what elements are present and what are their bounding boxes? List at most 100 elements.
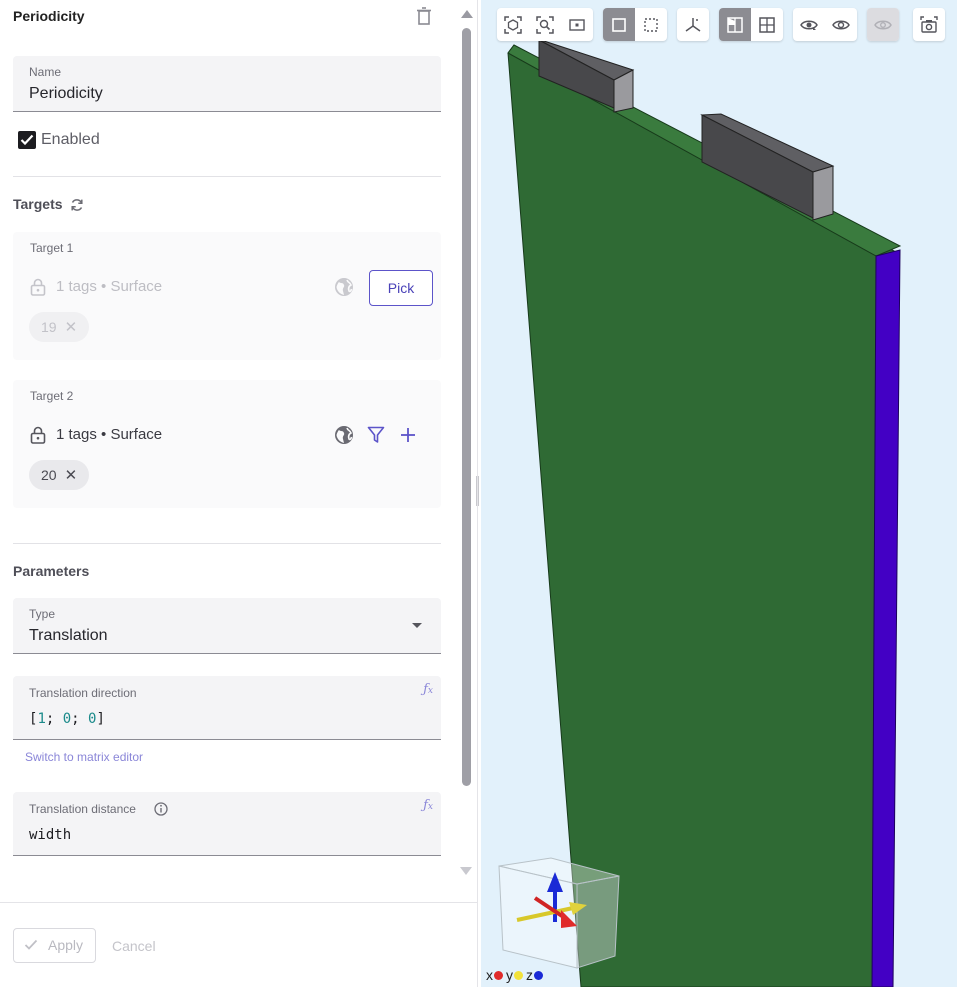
translation-distance-label: Translation distance — [29, 802, 136, 816]
scroll-up-arrow[interactable] — [461, 10, 473, 18]
target-2-label: Target 2 — [30, 389, 74, 403]
divider — [13, 543, 441, 544]
target-2-tag-chip: 20 ✕ — [29, 460, 90, 490]
axis-y-label: y — [506, 967, 513, 983]
translation-direction-value: [1; 0; 0] — [29, 711, 105, 727]
select-box-button[interactable] — [635, 8, 667, 41]
axis-legend: xyz — [486, 967, 546, 983]
enabled-checkbox[interactable] — [18, 131, 36, 149]
translation-direction-field[interactable]: Translation direction ƒx [1; 0; 0] — [13, 676, 441, 740]
translation-distance-value: width — [29, 827, 72, 843]
zoom-fit-icon — [504, 15, 522, 34]
axes-toolbar — [677, 8, 709, 41]
name-field[interactable]: Name Periodicity — [13, 56, 441, 112]
enabled-label: Enabled — [41, 131, 100, 148]
axes-toggle-button[interactable] — [677, 8, 709, 41]
lock-icon — [30, 426, 46, 444]
dropdown-arrow-icon[interactable] — [412, 623, 422, 628]
block-2-side[interactable] — [812, 165, 834, 221]
board-front-face[interactable] — [507, 44, 897, 987]
render-mode-toolbar — [719, 8, 783, 41]
type-select-value: Translation — [29, 627, 108, 644]
apply-button[interactable]: Apply — [13, 928, 96, 963]
orientation-cube[interactable] — [498, 857, 620, 969]
hide-toolbar — [867, 8, 899, 41]
translation-direction-label: Translation direction — [29, 686, 137, 700]
apply-label: Apply — [48, 937, 84, 953]
square-select-icon — [612, 17, 626, 32]
close-icon[interactable]: ✕ — [65, 467, 78, 484]
show-all-button[interactable] — [793, 8, 825, 41]
3d-viewport[interactable]: xyz — [481, 0, 957, 987]
function-icon[interactable]: ƒx — [423, 798, 433, 813]
solid-view-icon — [727, 16, 743, 33]
tag-chip-label: 19 — [41, 319, 57, 335]
axis-x-label: x — [486, 967, 493, 983]
function-icon[interactable]: ƒx — [423, 682, 433, 697]
panel-resize-handle[interactable] — [476, 476, 479, 506]
axis-x-dot — [494, 971, 503, 980]
translation-distance-field[interactable]: Translation distance ƒx width — [13, 792, 441, 856]
footer-divider — [0, 902, 478, 903]
trash-icon[interactable] — [416, 7, 432, 25]
scene-canvas[interactable] — [481, 0, 957, 987]
axis-z-label: z — [526, 967, 533, 983]
board-side-face[interactable] — [871, 249, 901, 987]
type-select-label: Type — [29, 607, 56, 621]
scroll-down-arrow[interactable] — [460, 867, 472, 875]
camera-icon — [920, 15, 938, 33]
properties-panel: Periodicity Name Periodicity Enabled Tar… — [0, 0, 478, 987]
selection-mode-toolbar — [603, 8, 667, 41]
scrollbar-thumb[interactable] — [462, 28, 471, 786]
filter-icon[interactable] — [367, 426, 385, 444]
direction-z-value: 0 — [88, 711, 97, 727]
zoom-selection-button[interactable] — [529, 8, 561, 41]
check-icon — [24, 939, 38, 950]
show-selected-button[interactable] — [825, 8, 857, 41]
switch-matrix-editor-link[interactable]: Switch to matrix editor — [25, 750, 143, 764]
panel-title: Periodicity — [13, 8, 85, 24]
zoom-selection-icon — [536, 15, 554, 34]
screenshot-toolbar — [913, 8, 945, 41]
name-field-value: Periodicity — [29, 85, 103, 102]
zoom-box-button[interactable] — [561, 8, 593, 41]
info-icon[interactable] — [154, 802, 168, 816]
cancel-button[interactable]: Cancel — [112, 938, 156, 954]
solid-view-button[interactable] — [719, 8, 751, 41]
target-1-tags-text: 1 tags • Surface — [56, 278, 163, 295]
type-select[interactable]: Type Translation — [13, 598, 441, 654]
select-single-button[interactable] — [603, 8, 635, 41]
check-icon — [20, 134, 34, 146]
add-icon[interactable] — [400, 427, 416, 443]
target-1-card: Target 1 1 tags • Surface Pick 19 ✕ — [13, 232, 441, 360]
zoom-fit-all-button[interactable] — [497, 8, 529, 41]
grid-view-icon — [759, 16, 775, 33]
targets-heading: Targets — [13, 196, 63, 212]
wireframe-view-button[interactable] — [751, 8, 783, 41]
direction-x-value: 1 — [37, 711, 46, 727]
direction-y-value: 0 — [62, 711, 72, 727]
screenshot-button[interactable] — [913, 8, 945, 41]
zoom-box-icon — [569, 18, 585, 31]
hide-selected-button[interactable] — [867, 8, 899, 41]
view-fit-toolbar — [497, 8, 593, 41]
target-1-tag-chip: 19 ✕ — [29, 312, 90, 342]
visibility-toolbar — [793, 8, 857, 41]
close-icon[interactable]: ✕ — [65, 319, 78, 336]
pick-button[interactable]: Pick — [369, 270, 433, 306]
divider — [13, 176, 441, 177]
target-1-label: Target 1 — [30, 241, 74, 255]
box-select-icon — [644, 17, 658, 32]
axis-z-dot — [534, 971, 543, 980]
eye-icon — [800, 20, 818, 30]
tag-chip-label: 20 — [41, 467, 57, 483]
refresh-icon[interactable] — [70, 198, 84, 212]
globe-icon[interactable] — [334, 277, 354, 297]
globe-icon[interactable] — [334, 425, 354, 445]
parameters-heading: Parameters — [13, 563, 90, 579]
axes-icon — [685, 17, 701, 32]
target-2-card: Target 2 1 tags • Surface 20 ✕ — [13, 380, 441, 508]
target-2-tags-text: 1 tags • Surface — [56, 426, 163, 443]
name-field-label: Name — [29, 65, 62, 79]
axis-y-dot — [514, 971, 523, 980]
